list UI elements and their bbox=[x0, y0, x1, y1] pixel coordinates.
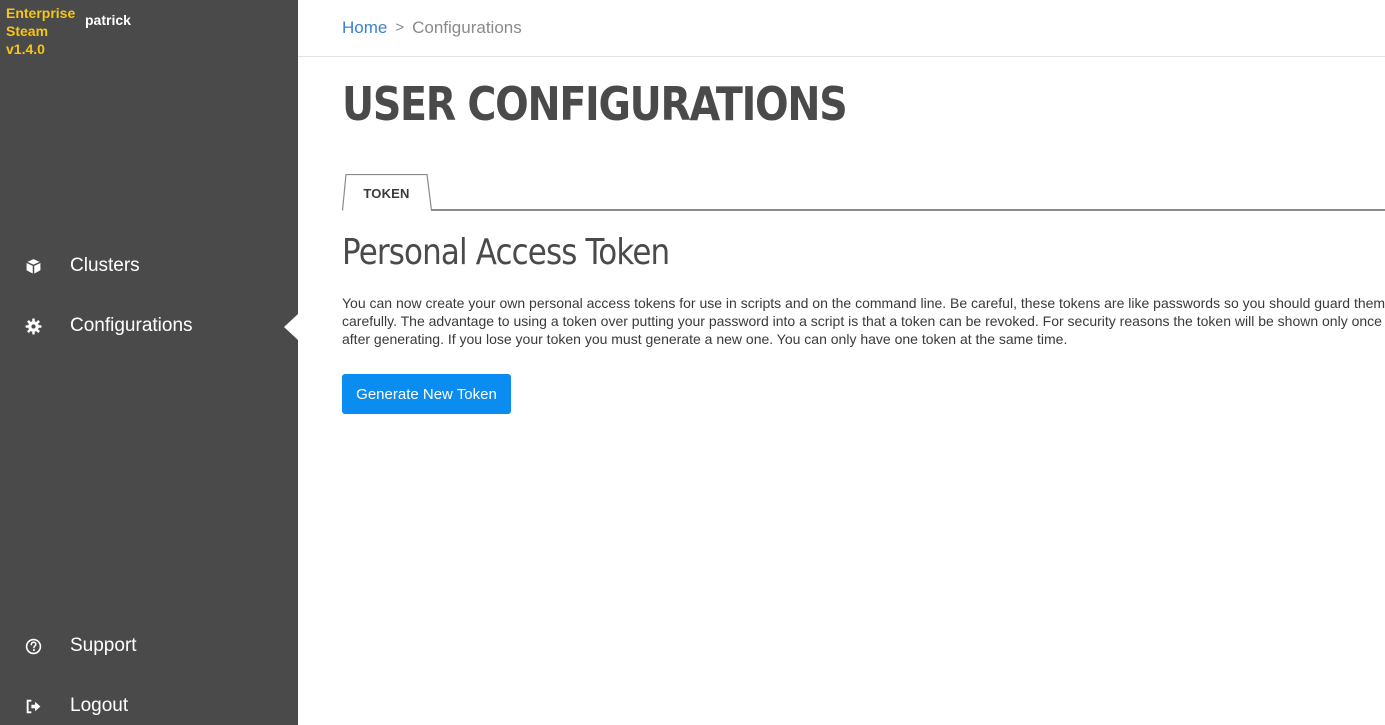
sidebar-item-clusters[interactable]: Clusters bbox=[0, 246, 298, 286]
section-title: Personal Access Token bbox=[342, 232, 670, 273]
sidebar-item-logout[interactable]: Logout bbox=[0, 686, 298, 725]
sidebar-item-label: Configurations bbox=[70, 315, 193, 336]
generate-new-token-button[interactable]: Generate New Token bbox=[342, 374, 511, 414]
gear-icon bbox=[24, 317, 42, 335]
page-title: USER CONFIGURATIONS bbox=[342, 77, 848, 131]
tab-token-label[interactable]: TOKEN bbox=[342, 186, 431, 201]
sidebar-item-configurations[interactable]: Configurations bbox=[0, 306, 298, 346]
breadcrumb: Home > Configurations bbox=[342, 17, 522, 39]
breadcrumb-separator: > bbox=[395, 19, 405, 36]
active-indicator bbox=[284, 314, 298, 340]
brand-line-2: Steam bbox=[6, 23, 49, 39]
username[interactable]: patrick bbox=[85, 12, 131, 28]
sidebar-item-support[interactable]: Support bbox=[0, 626, 298, 666]
cube-icon bbox=[24, 257, 42, 275]
brand-logo[interactable]: Enterprise Steam v1.4.0 bbox=[6, 4, 78, 58]
sidebar: Enterprise Steam v1.4.0 patrick Clusters bbox=[0, 0, 298, 725]
sidebar-item-label: Clusters bbox=[70, 255, 140, 276]
breadcrumb-home-link[interactable]: Home bbox=[342, 17, 387, 39]
logout-icon bbox=[24, 697, 42, 715]
sidebar-item-label: Support bbox=[70, 635, 137, 656]
brand-version: v1.4.0 bbox=[6, 41, 45, 57]
token-description: You can now create your own personal acc… bbox=[342, 295, 1385, 347]
sidebar-item-label: Logout bbox=[70, 695, 129, 716]
header-divider bbox=[298, 56, 1385, 57]
question-circle-icon bbox=[24, 637, 42, 655]
tab-bar-underline bbox=[431, 209, 1385, 211]
breadcrumb-current: Configurations bbox=[412, 18, 522, 37]
brand-line-1: Enterprise bbox=[6, 5, 76, 21]
